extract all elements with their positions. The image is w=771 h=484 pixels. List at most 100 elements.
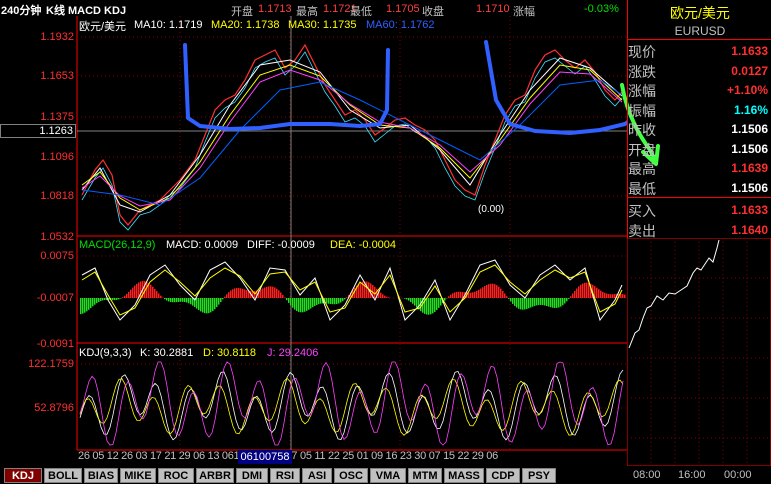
macd-bar <box>330 298 332 305</box>
macd-bar <box>216 298 218 308</box>
tab-dmi[interactable]: DMI <box>236 468 268 483</box>
macd-bar <box>458 291 460 298</box>
quote-label-4: 昨收 <box>628 122 656 138</box>
macd-bar <box>176 298 178 303</box>
macd-bar <box>556 298 558 308</box>
macd-bar <box>236 288 238 298</box>
tab-vma[interactable]: VMA <box>370 468 406 483</box>
macd-bar <box>186 298 188 303</box>
macd-bar <box>486 284 488 298</box>
tab-bias[interactable]: BIAS <box>84 468 118 483</box>
macd-bar <box>334 298 336 305</box>
macd-bar <box>572 293 574 298</box>
macd-bar <box>380 292 382 298</box>
macd-bar <box>218 298 220 305</box>
macd-bar <box>504 293 506 298</box>
ma30-label: MA30: 1.1735 <box>288 19 357 31</box>
macd-bar <box>526 298 528 310</box>
macd-bar <box>624 294 626 298</box>
macd-bar <box>306 298 308 311</box>
macd-bar <box>154 288 156 298</box>
macd-bar <box>606 293 608 298</box>
quote-label-5: 开盘 <box>628 141 656 158</box>
kdj-j-line <box>79 361 624 446</box>
macd-bar <box>266 286 268 298</box>
macd-bar <box>88 298 90 310</box>
macd-bar <box>506 296 508 298</box>
macd-bar <box>128 291 130 298</box>
intraday-chart[interactable] <box>627 238 771 466</box>
quote-value-5: 1.1506 <box>731 141 768 156</box>
macd-bar <box>412 298 414 304</box>
macd-bar <box>156 291 158 298</box>
tab-arbr[interactable]: ARBR <box>196 468 234 483</box>
macd-bar <box>562 298 564 306</box>
macd-bar <box>244 289 246 298</box>
macd-bar <box>112 298 114 301</box>
macd-bar <box>200 298 202 312</box>
kdj-d-line <box>79 377 624 436</box>
macd-bar <box>164 298 166 300</box>
y-label-2: 1.1653 <box>40 70 74 82</box>
macd-bar <box>346 297 348 298</box>
tab-mtm[interactable]: MTM <box>408 468 442 483</box>
macd-bar <box>198 298 200 311</box>
macd-bar <box>498 286 500 298</box>
macd-bar <box>468 292 470 298</box>
macd-bar <box>102 298 104 301</box>
tab-rsi[interactable]: RSI <box>270 468 300 483</box>
macd-bar <box>496 285 498 298</box>
macd-title: MACD(26,12,9) <box>79 239 156 251</box>
macd-bar <box>168 298 170 302</box>
macd-bar <box>204 298 206 314</box>
macd-bar <box>580 284 582 298</box>
tab-roc[interactable]: ROC <box>158 468 194 483</box>
tab-mass[interactable]: MASS <box>444 468 484 483</box>
tab-cdp[interactable]: CDP <box>486 468 520 483</box>
macd-bar <box>416 298 418 308</box>
quote-title: 欧元/美元 <box>670 5 730 21</box>
macd-bar <box>550 298 552 308</box>
macd-bar <box>548 298 550 307</box>
macd-bar <box>272 286 274 298</box>
quote-panel: 欧元/美元 EURUSD 现价 1.1633 涨跌 0.0127 涨幅 +1.10% 振幅 1… <box>627 0 771 239</box>
tab-kdj[interactable]: KDJ <box>4 468 42 483</box>
tab-psy[interactable]: PSY <box>522 468 556 483</box>
tab-boll[interactable]: BOLL <box>44 468 82 483</box>
macd-bar <box>510 298 512 302</box>
macd-bar <box>480 288 482 298</box>
macd-bar <box>622 294 624 298</box>
macd-bar <box>316 298 318 305</box>
macd-bar <box>434 298 436 312</box>
macd-bar <box>522 298 524 310</box>
tab-mike[interactable]: MIKE <box>120 468 156 483</box>
macd-bar <box>584 282 586 298</box>
open-value: 1.1713 <box>258 3 292 15</box>
macd-bar <box>576 288 578 298</box>
macd-dea: DEA: -0.0004 <box>330 239 397 251</box>
macd-bar <box>360 282 362 298</box>
macd-bar <box>564 298 566 304</box>
macd-bar <box>386 296 388 298</box>
macd-bar <box>304 298 306 312</box>
macd-bar <box>408 298 410 301</box>
tab-osc[interactable]: OSC <box>334 468 368 483</box>
macd-bar <box>406 298 408 300</box>
macd-bar <box>476 290 478 298</box>
macd-bar <box>234 288 236 298</box>
macd-bar <box>280 292 282 298</box>
macd-bar <box>260 289 262 298</box>
macd-bar <box>404 298 406 299</box>
kdj-j-value: J: 29.2406 <box>267 347 319 359</box>
macd-bar <box>530 298 532 308</box>
macd-bar <box>366 281 368 298</box>
tab-asi[interactable]: ASI <box>302 468 332 483</box>
macd-bar <box>286 298 288 301</box>
macd-bar <box>460 291 462 298</box>
quote-value-0: 1.1633 <box>731 44 768 58</box>
macd-bar <box>202 298 204 313</box>
macd-bar <box>414 298 416 306</box>
macd-bar <box>86 298 88 312</box>
macd-bar <box>214 298 216 310</box>
quote-value-9: 1.1640 <box>731 222 768 237</box>
